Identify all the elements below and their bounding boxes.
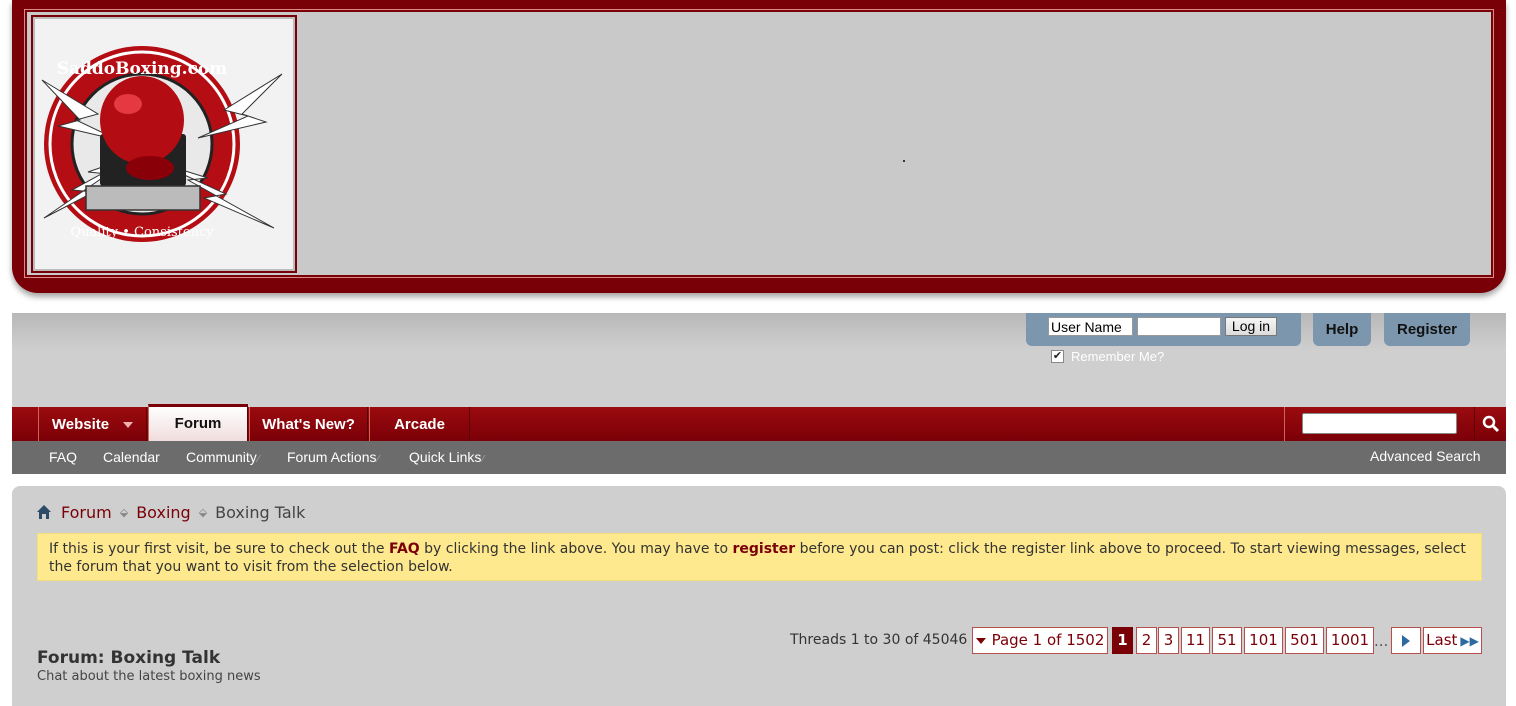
tab-whats-new-label: What's New? xyxy=(262,416,355,433)
dropdown-icon: ⁄ xyxy=(377,454,380,465)
tab-website[interactable]: Website xyxy=(38,407,147,441)
tab-website-label: Website xyxy=(51,416,110,433)
page-select-dropdown[interactable]: Page 1 of 1502 xyxy=(972,627,1108,654)
breadcrumb-separator-icon: ⬙ xyxy=(119,505,129,519)
subnav-forum-actions-label: Forum Actions xyxy=(287,449,377,465)
advanced-search-link[interactable]: Advanced Search xyxy=(1370,440,1481,473)
page-link[interactable]: 2 xyxy=(1136,627,1157,654)
remember-me-checkbox[interactable]: ✔ xyxy=(1051,349,1064,363)
site-logo[interactable]: SaddoBoxing.com Quality • Consistency xyxy=(31,15,297,273)
double-arrow-right-icon: ▶▶ xyxy=(1460,634,1479,648)
header-banner: SaddoBoxing.com Quality • Consistency xyxy=(12,0,1506,293)
subnav-community[interactable]: Community⁄ xyxy=(186,441,259,474)
remember-me[interactable]: ✔ Remember Me? xyxy=(1051,348,1164,364)
notice-text-1: If this is your first visit, be sure to … xyxy=(49,541,389,557)
caret-down-icon xyxy=(975,637,986,644)
page-link[interactable]: 3 xyxy=(1158,627,1179,654)
threads-count: Threads 1 to 30 of 45046 xyxy=(790,632,968,648)
notice-faq-link[interactable]: FAQ xyxy=(389,541,420,557)
chevron-down-icon[interactable] xyxy=(123,422,134,429)
search-input[interactable] xyxy=(1302,413,1457,434)
home-icon[interactable] xyxy=(36,504,52,520)
username-field[interactable]: User Name xyxy=(1048,317,1133,336)
page-link[interactable]: 51 xyxy=(1212,627,1242,654)
tab-arcade[interactable]: Arcade xyxy=(369,407,470,441)
subnav-quick-links[interactable]: Quick Links⁄ xyxy=(409,441,484,474)
login-button[interactable]: Log in xyxy=(1225,317,1277,336)
breadcrumb-boxing[interactable]: Boxing xyxy=(136,503,190,522)
subnav-community-label: Community xyxy=(186,449,257,465)
last-page-label: Last xyxy=(1426,631,1458,649)
page-link-current[interactable]: 1 xyxy=(1112,627,1133,654)
remember-me-label: Remember Me? xyxy=(1071,348,1165,364)
breadcrumb: Forum ⬙ Boxing ⬙ Boxing Talk xyxy=(36,502,305,522)
welcome-notice: If this is your first visit, be sure to … xyxy=(37,533,1482,581)
notice-register-link[interactable]: register xyxy=(732,541,795,557)
password-field[interactable] xyxy=(1137,317,1221,336)
subnav-calendar-label: Calendar xyxy=(103,449,160,465)
dropdown-icon: ⁄ xyxy=(482,454,485,465)
tab-arcade-label: Arcade xyxy=(394,416,445,433)
page-label: Page 1 of 1502 xyxy=(991,631,1105,649)
page-link[interactable]: 101 xyxy=(1244,627,1283,654)
forum-description: Chat about the latest boxing news xyxy=(37,669,261,684)
breadcrumb-separator-icon: ⬙ xyxy=(198,505,208,519)
notice-text-2: by clicking the link above. You may have… xyxy=(419,541,733,557)
page-link[interactable]: 11 xyxy=(1181,627,1210,654)
page-ellipsis: ... xyxy=(1374,632,1389,650)
arrow-right-icon xyxy=(1402,634,1410,647)
page-link[interactable]: 1001 xyxy=(1326,627,1374,654)
subnav-quick-links-label: Quick Links xyxy=(409,449,482,465)
search-icon xyxy=(1482,415,1500,433)
register-button[interactable]: Register xyxy=(1384,313,1470,346)
banner-area: SaddoBoxing.com Quality • Consistency xyxy=(24,9,1494,278)
subnav-faq[interactable]: FAQ xyxy=(49,441,77,474)
page-link[interactable]: 501 xyxy=(1285,627,1324,654)
svg-text:SaddoBoxing.com: SaddoBoxing.com xyxy=(57,59,228,79)
breadcrumb-current: Boxing Talk xyxy=(215,502,306,522)
svg-text:Quality • Consistency: Quality • Consistency xyxy=(70,225,214,240)
tab-forum[interactable]: Forum xyxy=(148,404,248,441)
subnav-forum-actions[interactable]: Forum Actions⁄ xyxy=(287,441,379,474)
breadcrumb-forum[interactable]: Forum xyxy=(61,503,112,522)
forum-title: Forum: Boxing Talk xyxy=(37,648,221,668)
tab-forum-label: Forum xyxy=(174,415,222,432)
subnav-calendar[interactable]: Calendar xyxy=(103,441,160,474)
dropdown-icon: ⁄ xyxy=(257,454,260,465)
tab-whats-new[interactable]: What's New? xyxy=(249,407,368,441)
last-page-button[interactable]: Last ▶▶ xyxy=(1423,627,1482,654)
next-page-button[interactable] xyxy=(1391,627,1421,654)
search-button[interactable] xyxy=(1476,407,1506,441)
banner-dot xyxy=(903,160,905,162)
subnav-faq-label: FAQ xyxy=(49,449,78,465)
help-button[interactable]: Help xyxy=(1313,313,1371,346)
saddoboxing-logo-icon: SaddoBoxing.com Quality • Consistency xyxy=(41,46,283,242)
